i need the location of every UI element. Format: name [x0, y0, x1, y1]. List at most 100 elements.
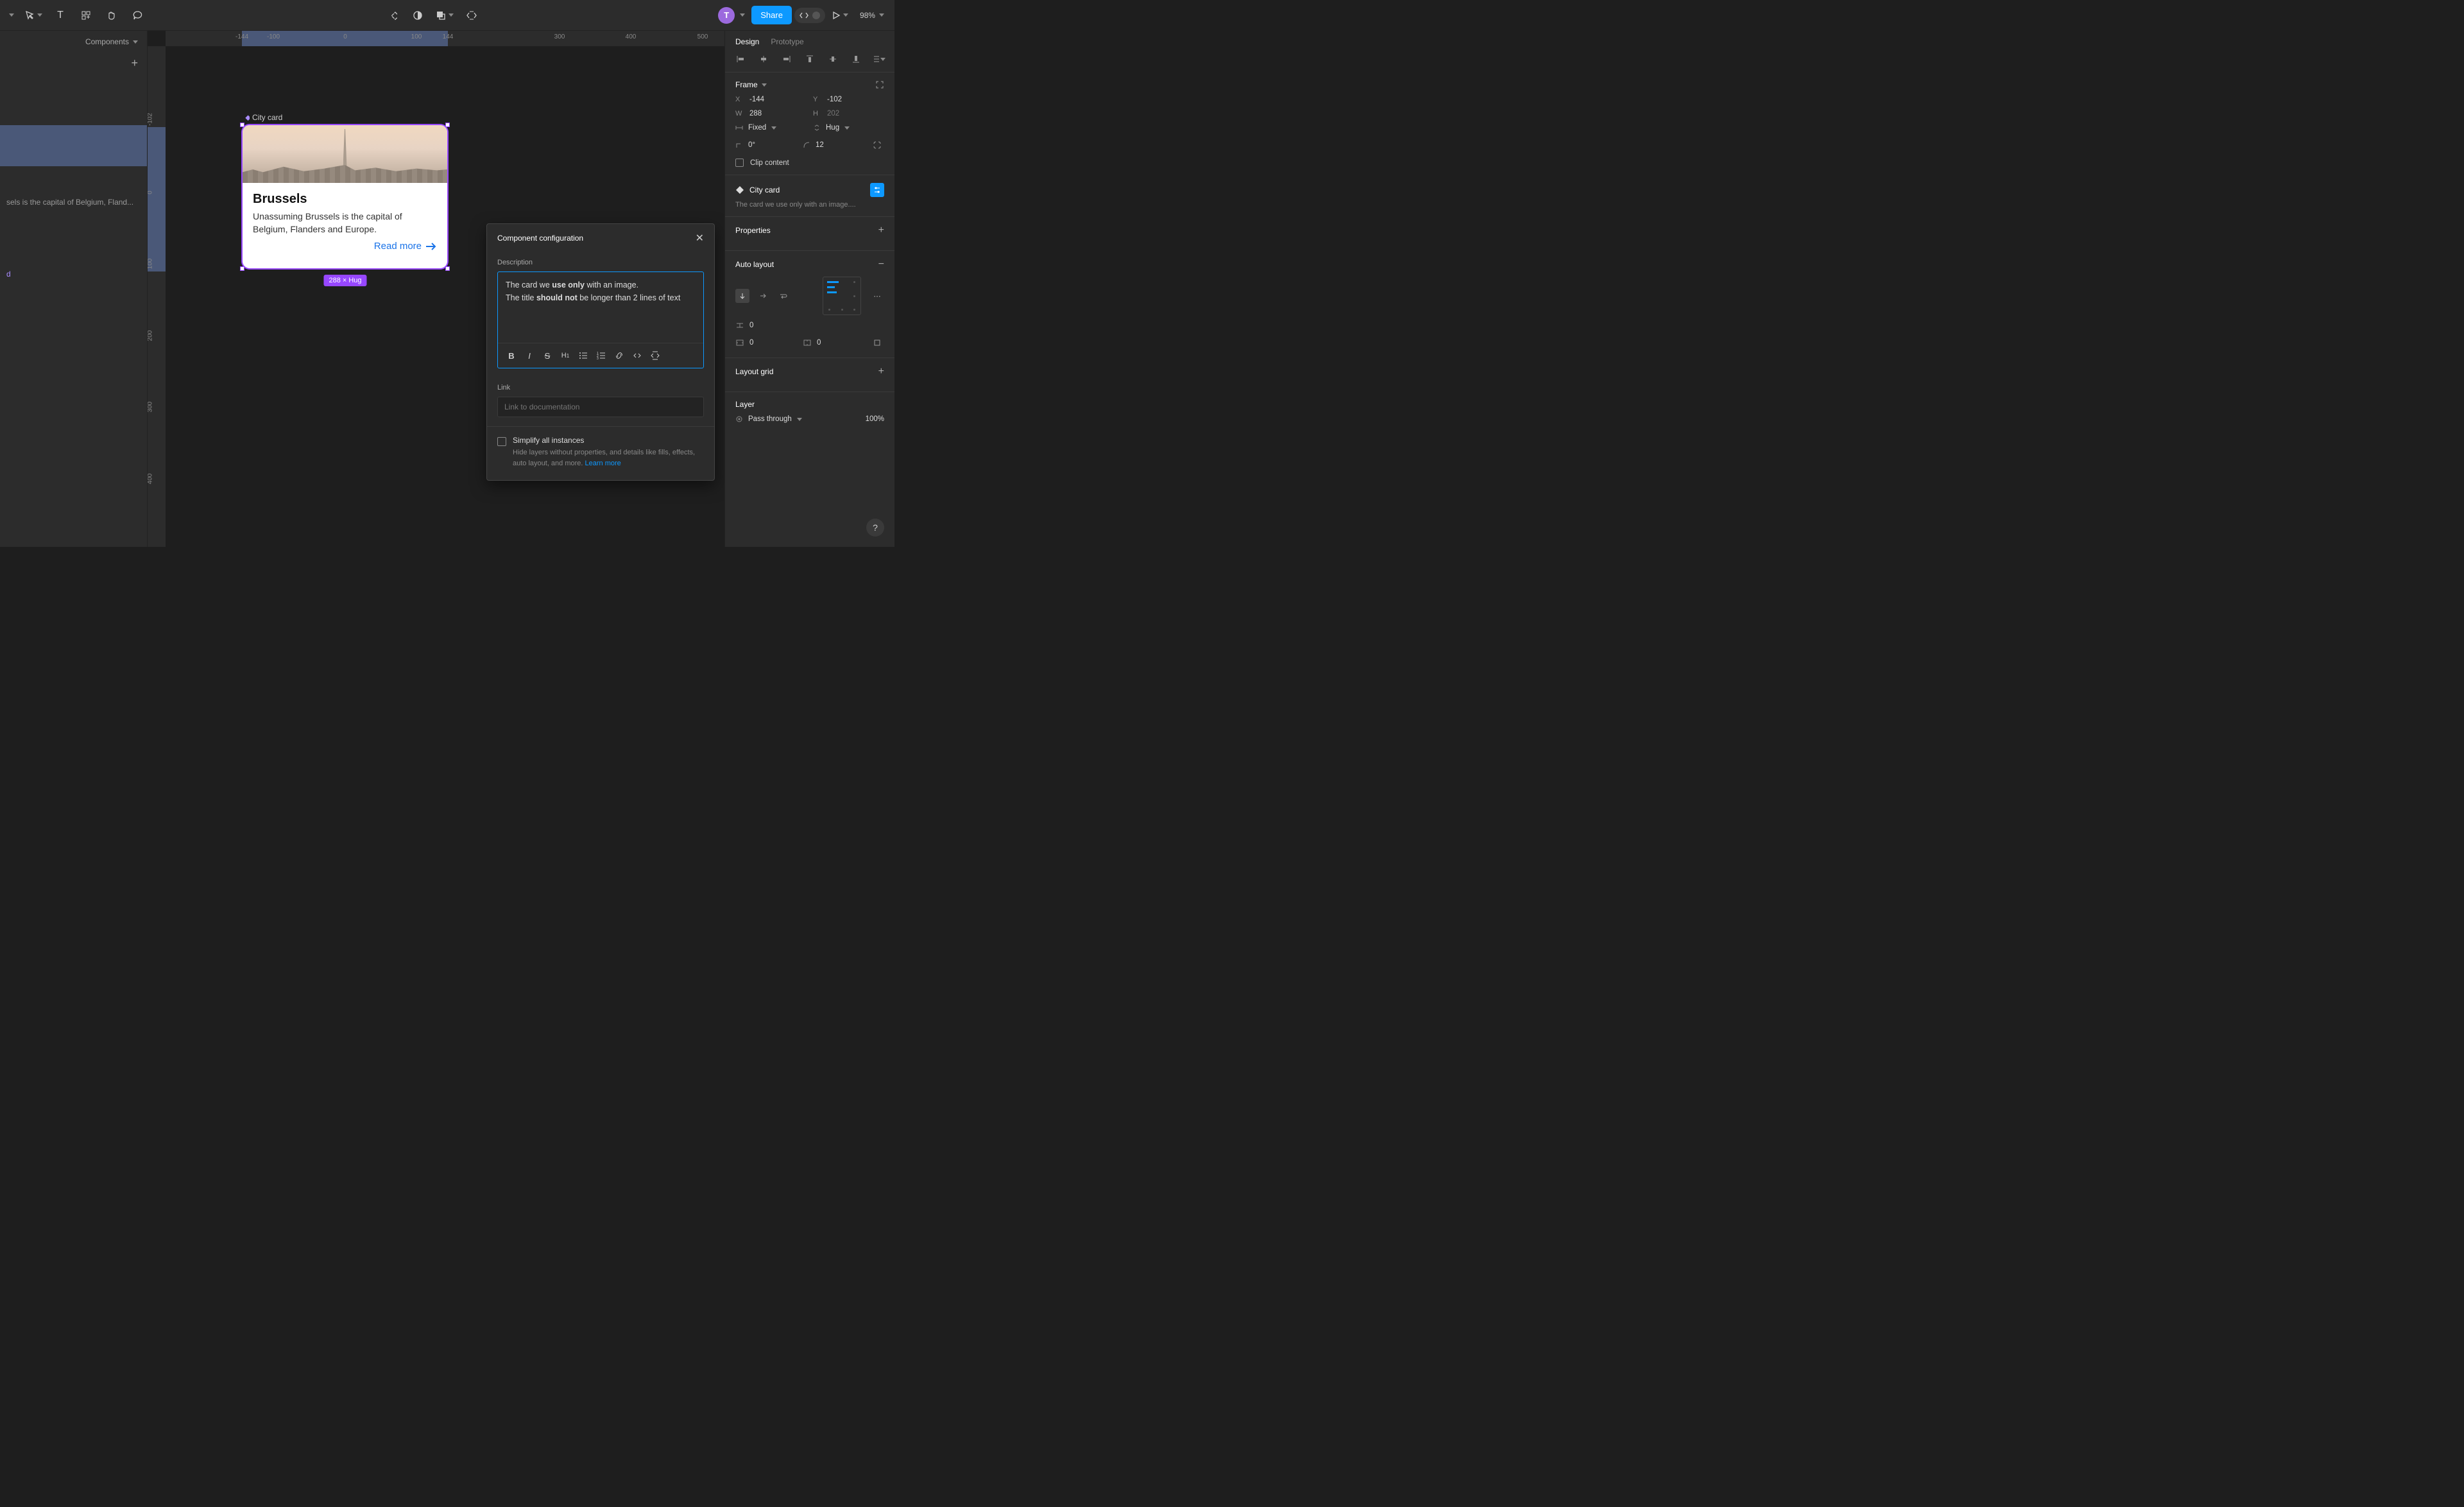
- h-mode-dropdown[interactable]: Hug: [813, 124, 884, 132]
- resources-tool[interactable]: [74, 4, 98, 27]
- clip-content-label: Clip content: [750, 159, 789, 167]
- direction-wrap-button[interactable]: [776, 289, 791, 303]
- code-button[interactable]: [629, 347, 646, 364]
- dimensions-badge: 288 × Hug: [323, 275, 366, 286]
- individual-padding-button[interactable]: [870, 336, 884, 350]
- align-right-icon[interactable]: [780, 53, 793, 65]
- x-field[interactable]: X-144: [735, 96, 807, 103]
- boolean-tool[interactable]: [432, 4, 458, 27]
- comment-tool[interactable]: [126, 4, 149, 27]
- link-label: Link: [497, 384, 704, 392]
- simplify-checkbox[interactable]: [497, 437, 506, 446]
- selected-frame[interactable]: Brussels Unassuming Brussels is the capi…: [242, 125, 448, 269]
- codeblock-button[interactable]: [647, 347, 663, 364]
- add-page-button[interactable]: +: [131, 56, 138, 70]
- present-button[interactable]: [828, 4, 852, 27]
- close-button[interactable]: ✕: [696, 232, 704, 245]
- add-grid-button[interactable]: +: [878, 366, 884, 377]
- component-settings-button[interactable]: [870, 183, 884, 197]
- w-field[interactable]: W288: [735, 110, 807, 117]
- component-icon: [242, 114, 250, 121]
- layer-text-row[interactable]: sels is the capital of Belgium, Fland...: [0, 192, 147, 212]
- main-menu-dropdown[interactable]: [5, 4, 18, 27]
- svg-text:3: 3: [597, 357, 599, 360]
- blend-mode-dropdown[interactable]: Pass through: [735, 415, 859, 423]
- card-image: [243, 125, 447, 183]
- direction-vertical-button[interactable]: [735, 289, 749, 303]
- text-tool[interactable]: T: [49, 4, 72, 27]
- opacity-field[interactable]: 100%: [866, 415, 884, 423]
- ruler-horizontal: -144 -100 0 100 144 300 400 500: [166, 31, 724, 46]
- tab-prototype[interactable]: Prototype: [771, 37, 803, 46]
- arrow-right-icon: [425, 242, 437, 251]
- add-property-button[interactable]: +: [878, 225, 884, 236]
- link-button[interactable]: [611, 347, 628, 364]
- resize-handle[interactable]: [240, 266, 244, 271]
- ruler-vertical: -102 0 100 200 300 400: [148, 46, 166, 547]
- layer-row[interactable]: [0, 125, 147, 146]
- bold-button[interactable]: B: [503, 347, 520, 364]
- align-top-icon[interactable]: [803, 53, 816, 65]
- component-header: City card: [735, 185, 780, 194]
- description-label: Description: [497, 259, 704, 266]
- right-panel: Design Prototype Frame X-144 Y-102 W288 …: [724, 31, 894, 547]
- top-toolbar: T T Share 98%: [0, 0, 894, 31]
- direction-horizontal-button[interactable]: [756, 289, 770, 303]
- description-text[interactable]: The card we use only with an image. The …: [498, 272, 703, 343]
- tab-design[interactable]: Design: [735, 37, 759, 46]
- card-title: Brussels: [253, 192, 437, 207]
- strikethrough-button[interactable]: S: [539, 347, 556, 364]
- resize-handle[interactable]: [445, 123, 450, 127]
- heading-button[interactable]: H1: [557, 347, 574, 364]
- resize-handle[interactable]: [240, 123, 244, 127]
- description-editor[interactable]: The card we use only with an image. The …: [497, 271, 704, 368]
- dev-mode-toggle[interactable]: [794, 8, 825, 23]
- move-tool[interactable]: [21, 4, 46, 27]
- individual-corners-button[interactable]: [870, 138, 884, 152]
- simplify-help-text: Hide layers without properties, and deta…: [513, 447, 704, 469]
- autolayout-more-button[interactable]: ⋯: [870, 289, 884, 303]
- padding-h-field[interactable]: 0: [735, 339, 796, 347]
- popover-title: Component configuration: [497, 234, 583, 243]
- alignment-grid[interactable]: [823, 277, 861, 315]
- share-button[interactable]: Share: [751, 6, 792, 24]
- component-preview-desc: The card we use only with an image....: [735, 201, 884, 209]
- align-bottom-icon[interactable]: [850, 53, 862, 65]
- italic-button[interactable]: I: [521, 347, 538, 364]
- bullet-list-button[interactable]: [575, 347, 592, 364]
- resize-handle[interactable]: [445, 266, 450, 271]
- simplify-label: Simplify all instances: [513, 436, 704, 445]
- layer-component-row[interactable]: d: [0, 264, 147, 284]
- user-menu[interactable]: T: [714, 4, 749, 27]
- remove-autolayout-button[interactable]: −: [878, 259, 884, 270]
- clip-content-checkbox[interactable]: [735, 159, 744, 167]
- learn-more-link[interactable]: Learn more: [585, 460, 621, 467]
- padding-v-field[interactable]: 0: [803, 339, 864, 347]
- left-panel-tab[interactable]: Components: [0, 31, 147, 53]
- zoom-dropdown[interactable]: 98%: [855, 11, 889, 20]
- left-panel: Components + sels is the capital of Belg…: [0, 31, 148, 547]
- mask-tool[interactable]: [406, 4, 429, 27]
- frame-name-label[interactable]: City card: [242, 113, 282, 122]
- user-avatar: T: [718, 7, 735, 24]
- link-input[interactable]: [497, 397, 704, 417]
- w-mode-dropdown[interactable]: Fixed: [735, 124, 807, 132]
- fit-icon[interactable]: [875, 80, 884, 89]
- distribute-icon[interactable]: [873, 53, 886, 65]
- dev-handoff-tool[interactable]: [460, 4, 483, 27]
- layer-row[interactable]: [0, 146, 147, 166]
- canvas[interactable]: -144 -100 0 100 144 300 400 500 -102 0 1…: [148, 31, 724, 547]
- help-button[interactable]: ?: [866, 519, 884, 537]
- gap-field[interactable]: 0: [735, 322, 884, 329]
- align-hcenter-icon[interactable]: [757, 53, 770, 65]
- radius-field[interactable]: 12: [803, 141, 864, 149]
- align-vcenter-icon[interactable]: [826, 53, 839, 65]
- align-left-icon[interactable]: [734, 53, 747, 65]
- y-field[interactable]: Y-102: [813, 96, 884, 103]
- component-config-popover: Component configuration ✕ Description Th…: [486, 223, 715, 481]
- component-tool[interactable]: [381, 4, 404, 27]
- hand-tool[interactable]: [100, 4, 123, 27]
- numbered-list-button[interactable]: 123: [593, 347, 610, 364]
- rotation-field[interactable]: 0°: [735, 141, 796, 149]
- h-field[interactable]: H202: [813, 110, 884, 117]
